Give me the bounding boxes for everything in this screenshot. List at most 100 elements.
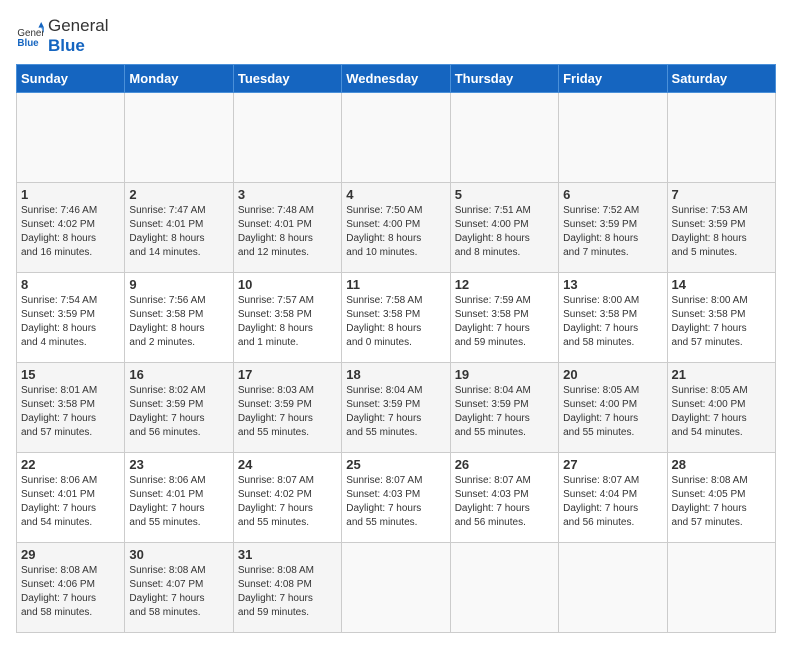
day-number: 1 bbox=[21, 187, 120, 202]
day-number: 31 bbox=[238, 547, 337, 562]
calendar-cell bbox=[342, 93, 450, 183]
day-number: 27 bbox=[563, 457, 662, 472]
calendar-cell bbox=[233, 93, 341, 183]
svg-text:Blue: Blue bbox=[17, 38, 39, 49]
cell-info: Sunrise: 7:46 AM Sunset: 4:02 PM Dayligh… bbox=[21, 204, 120, 260]
day-number: 12 bbox=[455, 277, 554, 292]
calendar-cell bbox=[559, 93, 667, 183]
calendar-cell: 11 Sunrise: 7:58 AM Sunset: 3:58 PM Dayli… bbox=[342, 273, 450, 363]
calendar-week-0 bbox=[17, 93, 776, 183]
day-number: 7 bbox=[672, 187, 771, 202]
day-number: 3 bbox=[238, 187, 337, 202]
calendar-cell: 15 Sunrise: 8:01 AM Sunset: 3:58 PM Dayli… bbox=[17, 363, 125, 453]
calendar-cell: 6 Sunrise: 7:52 AM Sunset: 3:59 PM Daylig… bbox=[559, 183, 667, 273]
day-number: 29 bbox=[21, 547, 120, 562]
cell-info: Sunrise: 8:07 AM Sunset: 4:02 PM Dayligh… bbox=[238, 474, 337, 530]
calendar-cell: 23 Sunrise: 8:06 AM Sunset: 4:01 PM Dayli… bbox=[125, 453, 233, 543]
cell-info: Sunrise: 7:53 AM Sunset: 3:59 PM Dayligh… bbox=[672, 204, 771, 260]
cell-info: Sunrise: 7:51 AM Sunset: 4:00 PM Dayligh… bbox=[455, 204, 554, 260]
day-number: 30 bbox=[129, 547, 228, 562]
calendar-cell bbox=[559, 543, 667, 633]
day-number: 6 bbox=[563, 187, 662, 202]
calendar-cell: 10 Sunrise: 7:57 AM Sunset: 3:58 PM Dayli… bbox=[233, 273, 341, 363]
cell-info: Sunrise: 8:07 AM Sunset: 4:04 PM Dayligh… bbox=[563, 474, 662, 530]
column-header-wednesday: Wednesday bbox=[342, 65, 450, 93]
cell-info: Sunrise: 7:59 AM Sunset: 3:58 PM Dayligh… bbox=[455, 294, 554, 350]
calendar-cell: 20Sunrise: 8:05 AM Sunset: 4:00 PM Dayli… bbox=[559, 363, 667, 453]
day-number: 23 bbox=[129, 457, 228, 472]
column-header-tuesday: Tuesday bbox=[233, 65, 341, 93]
cell-info: Sunrise: 8:05 AM Sunset: 4:00 PM Dayligh… bbox=[672, 384, 771, 440]
calendar-cell: 21 Sunrise: 8:05 AM Sunset: 4:00 PM Dayli… bbox=[667, 363, 775, 453]
cell-info: Sunrise: 8:06 AM Sunset: 4:01 PM Dayligh… bbox=[129, 474, 228, 530]
calendar-cell: 25 Sunrise: 8:07 AM Sunset: 4:03 PM Dayli… bbox=[342, 453, 450, 543]
day-number: 19 bbox=[455, 367, 554, 382]
calendar-week-1: 1 Sunrise: 7:46 AM Sunset: 4:02 PM Daylig… bbox=[17, 183, 776, 273]
day-number: 2 bbox=[129, 187, 228, 202]
cell-info: Sunrise: 7:47 AM Sunset: 4:01 PM Dayligh… bbox=[129, 204, 228, 260]
calendar-cell: 31Sunrise: 8:08 AM Sunset: 4:08 PM Dayli… bbox=[233, 543, 341, 633]
day-number: 16 bbox=[129, 367, 228, 382]
cell-info: Sunrise: 8:00 AM Sunset: 3:58 PM Dayligh… bbox=[672, 294, 771, 350]
cell-info: Sunrise: 8:06 AM Sunset: 4:01 PM Dayligh… bbox=[21, 474, 120, 530]
calendar-table: SundayMondayTuesdayWednesdayThursdayFrid… bbox=[16, 64, 776, 633]
column-header-saturday: Saturday bbox=[667, 65, 775, 93]
calendar-cell: 24Sunrise: 8:07 AM Sunset: 4:02 PM Dayli… bbox=[233, 453, 341, 543]
cell-info: Sunrise: 8:07 AM Sunset: 4:03 PM Dayligh… bbox=[346, 474, 445, 530]
calendar-cell: 2 Sunrise: 7:47 AM Sunset: 4:01 PM Daylig… bbox=[125, 183, 233, 273]
cell-info: Sunrise: 7:58 AM Sunset: 3:58 PM Dayligh… bbox=[346, 294, 445, 350]
column-header-thursday: Thursday bbox=[450, 65, 558, 93]
day-number: 21 bbox=[672, 367, 771, 382]
calendar-cell: 28 Sunrise: 8:08 AM Sunset: 4:05 PM Dayli… bbox=[667, 453, 775, 543]
cell-info: Sunrise: 7:57 AM Sunset: 3:58 PM Dayligh… bbox=[238, 294, 337, 350]
day-number: 5 bbox=[455, 187, 554, 202]
column-header-sunday: Sunday bbox=[17, 65, 125, 93]
day-number: 4 bbox=[346, 187, 445, 202]
cell-info: Sunrise: 7:54 AM Sunset: 3:59 PM Dayligh… bbox=[21, 294, 120, 350]
cell-info: Sunrise: 7:52 AM Sunset: 3:59 PM Dayligh… bbox=[563, 204, 662, 260]
cell-info: Sunrise: 8:01 AM Sunset: 3:58 PM Dayligh… bbox=[21, 384, 120, 440]
cell-info: Sunrise: 8:03 AM Sunset: 3:59 PM Dayligh… bbox=[238, 384, 337, 440]
calendar-cell: 7 Sunrise: 7:53 AM Sunset: 3:59 PM Daylig… bbox=[667, 183, 775, 273]
logo-blue: Blue bbox=[48, 36, 85, 55]
calendar-cell: 29Sunrise: 8:08 AM Sunset: 4:06 PM Dayli… bbox=[17, 543, 125, 633]
calendar-week-2: 8 Sunrise: 7:54 AM Sunset: 3:59 PM Daylig… bbox=[17, 273, 776, 363]
calendar-cell: 22Sunrise: 8:06 AM Sunset: 4:01 PM Dayli… bbox=[17, 453, 125, 543]
calendar-cell bbox=[342, 543, 450, 633]
day-number: 26 bbox=[455, 457, 554, 472]
cell-info: Sunrise: 8:07 AM Sunset: 4:03 PM Dayligh… bbox=[455, 474, 554, 530]
calendar-cell: 5 Sunrise: 7:51 AM Sunset: 4:00 PM Daylig… bbox=[450, 183, 558, 273]
day-number: 13 bbox=[563, 277, 662, 292]
column-header-monday: Monday bbox=[125, 65, 233, 93]
calendar-cell: 4Sunrise: 7:50 AM Sunset: 4:00 PM Daylig… bbox=[342, 183, 450, 273]
cell-info: Sunrise: 8:08 AM Sunset: 4:05 PM Dayligh… bbox=[672, 474, 771, 530]
calendar-header-row: SundayMondayTuesdayWednesdayThursdayFrid… bbox=[17, 65, 776, 93]
day-number: 11 bbox=[346, 277, 445, 292]
header: General Blue General Blue bbox=[16, 16, 776, 56]
day-number: 20 bbox=[563, 367, 662, 382]
calendar-cell: 13 Sunrise: 8:00 AM Sunset: 3:58 PM Dayli… bbox=[559, 273, 667, 363]
calendar-cell: 26 Sunrise: 8:07 AM Sunset: 4:03 PM Dayli… bbox=[450, 453, 558, 543]
day-number: 28 bbox=[672, 457, 771, 472]
cell-info: Sunrise: 8:04 AM Sunset: 3:59 PM Dayligh… bbox=[455, 384, 554, 440]
day-number: 14 bbox=[672, 277, 771, 292]
calendar-week-5: 29Sunrise: 8:08 AM Sunset: 4:06 PM Dayli… bbox=[17, 543, 776, 633]
day-number: 8 bbox=[21, 277, 120, 292]
cell-info: Sunrise: 8:02 AM Sunset: 3:59 PM Dayligh… bbox=[129, 384, 228, 440]
calendar-cell: 27 Sunrise: 8:07 AM Sunset: 4:04 PM Dayli… bbox=[559, 453, 667, 543]
calendar-week-4: 22Sunrise: 8:06 AM Sunset: 4:01 PM Dayli… bbox=[17, 453, 776, 543]
day-number: 25 bbox=[346, 457, 445, 472]
logo: General Blue General Blue bbox=[16, 16, 108, 56]
cell-info: Sunrise: 8:04 AM Sunset: 3:59 PM Dayligh… bbox=[346, 384, 445, 440]
day-number: 10 bbox=[238, 277, 337, 292]
day-number: 15 bbox=[21, 367, 120, 382]
calendar-cell bbox=[125, 93, 233, 183]
cell-info: Sunrise: 7:48 AM Sunset: 4:01 PM Dayligh… bbox=[238, 204, 337, 260]
cell-info: Sunrise: 8:00 AM Sunset: 3:58 PM Dayligh… bbox=[563, 294, 662, 350]
calendar-cell bbox=[667, 93, 775, 183]
calendar-cell: 17Sunrise: 8:03 AM Sunset: 3:59 PM Dayli… bbox=[233, 363, 341, 453]
calendar-cell: 3 Sunrise: 7:48 AM Sunset: 4:01 PM Daylig… bbox=[233, 183, 341, 273]
calendar-cell: 9Sunrise: 7:56 AM Sunset: 3:58 PM Daylig… bbox=[125, 273, 233, 363]
column-header-friday: Friday bbox=[559, 65, 667, 93]
calendar-cell bbox=[667, 543, 775, 633]
